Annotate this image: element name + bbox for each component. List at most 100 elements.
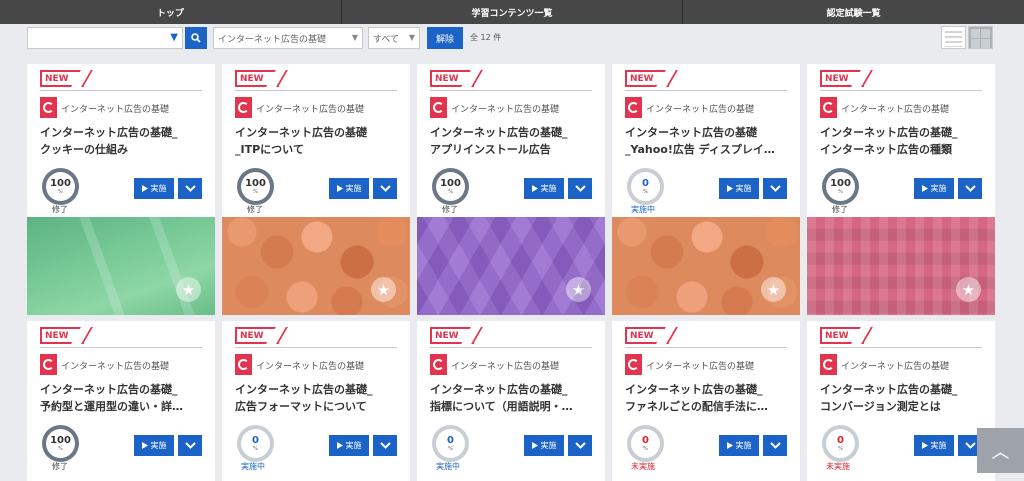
card-title[interactable]: インターネット広告の基礎_ 予約型と運用型の違い・詳… <box>40 381 205 415</box>
card-title[interactable]: インターネット広告の基礎 _Yahoo!広告 ディスプレイ… <box>625 124 790 158</box>
card-title[interactable]: インターネット広告の基礎_ 広告フォーマットについて <box>235 381 400 415</box>
card-title-line1: インターネット広告の基礎_ <box>430 126 568 139</box>
card-thumbnail[interactable]: ★ <box>612 217 800 315</box>
status-select[interactable]: すべて ▼ <box>368 27 420 49</box>
run-button[interactable]: 実施 <box>524 435 564 456</box>
new-badge: NEW <box>625 70 669 87</box>
content-card[interactable]: NEW インターネット広告の基礎 インターネット広告の基礎_ アプリインストール… <box>417 64 605 315</box>
card-menu-button[interactable] <box>568 435 592 456</box>
new-badge: NEW <box>820 327 864 344</box>
new-badge: NEW <box>235 70 279 87</box>
progress-value: 0 <box>642 178 649 189</box>
divider <box>40 90 202 91</box>
progress-value: 100 <box>440 178 461 189</box>
content-card[interactable]: NEW インターネット広告の基礎 インターネット広告の基礎_ 予約型と運用型の違… <box>27 321 215 481</box>
chevron-down-icon <box>769 185 781 192</box>
card-thumbnail[interactable]: ★ <box>807 217 995 315</box>
card-menu-button[interactable] <box>958 178 982 199</box>
card-title[interactable]: インターネット広告の基礎 _ITPについて <box>235 124 400 158</box>
card-title[interactable]: インターネット広告の基礎_ コンバージョン測定とは <box>820 381 985 415</box>
category-icon <box>430 97 447 118</box>
new-badge-label: NEW <box>435 330 459 341</box>
filter-bar: ▼ インターネット広告の基礎 ▼ すべて ▼ 解除 全 12 件 <box>0 27 1024 51</box>
new-badge-label: NEW <box>825 73 849 84</box>
content-card[interactable]: NEW インターネット広告の基礎 インターネット広告の基礎_ インターネット広告… <box>807 64 995 315</box>
category-icon <box>625 354 642 375</box>
nav-item-learning-contents[interactable]: 学習コンテンツ一覧 <box>342 0 684 24</box>
divider <box>625 347 787 348</box>
content-card[interactable]: NEW インターネット広告の基礎 インターネット広告の基礎_ ファネルごとの配信… <box>612 321 800 481</box>
divider <box>235 90 397 91</box>
card-title-line2: 指標について（用語説明・… <box>430 400 573 413</box>
card-title-line2: クッキーの仕組み <box>40 143 128 156</box>
nav-item-top[interactable]: トップ <box>0 0 342 24</box>
status-label: 修了 <box>832 205 848 214</box>
progress-unit: % <box>253 446 258 452</box>
category-label: インターネット広告の基礎 <box>451 105 560 115</box>
content-card[interactable]: NEW インターネット広告の基礎 インターネット広告の基礎_ クッキーの仕組み … <box>27 64 215 315</box>
chevron-down-icon <box>184 185 196 192</box>
card-menu-button[interactable] <box>763 178 787 199</box>
star-icon[interactable]: ★ <box>566 277 591 302</box>
status-label: 修了 <box>52 462 68 471</box>
card-menu-button[interactable] <box>178 435 202 456</box>
card-title[interactable]: インターネット広告の基礎_ 指標について（用語説明・… <box>430 381 595 415</box>
nav-item-certification-exams[interactable]: 認定試験一覧 <box>683 0 1024 24</box>
star-icon[interactable]: ★ <box>956 277 981 302</box>
play-icon <box>531 442 538 449</box>
status-label: 実施中 <box>436 462 460 471</box>
card-title-line2: コンバージョン測定とは <box>820 400 941 413</box>
new-badge: NEW <box>625 327 669 344</box>
card-thumbnail[interactable]: ★ <box>222 217 410 315</box>
card-menu-button[interactable] <box>373 178 397 199</box>
category-label: インターネット広告の基礎 <box>841 362 950 372</box>
card-thumbnail[interactable]: ★ <box>27 217 215 315</box>
run-button[interactable]: 実施 <box>719 435 759 456</box>
content-card[interactable]: NEW インターネット広告の基礎 インターネット広告の基礎_ 広告フォーマットに… <box>222 321 410 481</box>
run-button[interactable]: 実施 <box>719 178 759 199</box>
card-title-line2: アプリインストール広告 <box>430 143 551 156</box>
progress-unit: % <box>643 189 648 195</box>
star-icon[interactable]: ★ <box>176 277 201 302</box>
category-select[interactable]: インターネット広告の基礎 ▼ <box>213 27 363 49</box>
card-menu-button[interactable] <box>373 435 397 456</box>
card-thumbnail[interactable]: ★ <box>417 217 605 315</box>
run-button[interactable]: 実施 <box>914 178 954 199</box>
card-title-line1: インターネット広告の基礎_ <box>430 383 568 396</box>
card-title-line1: インターネット広告の基礎_ <box>820 383 958 396</box>
play-icon <box>336 442 343 449</box>
content-card[interactable]: NEW インターネット広告の基礎 インターネット広告の基礎 _Yahoo!広告 … <box>612 64 800 315</box>
status-label: 未実施 <box>826 462 850 471</box>
result-count: 全 12 件 <box>470 33 502 42</box>
card-title[interactable]: インターネット広告の基礎_ ファネルごとの配信手法に… <box>625 381 790 415</box>
new-badge-label: NEW <box>240 73 264 84</box>
content-card[interactable]: NEW インターネット広告の基礎 インターネット広告の基礎_ コンバージョン測定… <box>807 321 995 481</box>
filter-select-1[interactable]: ▼ <box>27 27 183 49</box>
new-badge: NEW <box>40 327 84 344</box>
content-card[interactable]: NEW インターネット広告の基礎 インターネット広告の基礎_ 指標について（用語… <box>417 321 605 481</box>
scroll-to-top-button[interactable]: ︿ <box>977 428 1024 473</box>
run-button[interactable]: 実施 <box>524 178 564 199</box>
run-button[interactable]: 実施 <box>134 178 174 199</box>
card-title[interactable]: インターネット広告の基礎_ インターネット広告の種類 <box>820 124 985 158</box>
run-button[interactable]: 実施 <box>329 435 369 456</box>
list-view-button[interactable] <box>941 26 966 49</box>
star-icon[interactable]: ★ <box>761 277 786 302</box>
run-button-label: 実施 <box>735 441 752 450</box>
run-button[interactable]: 実施 <box>914 435 954 456</box>
search-button[interactable] <box>185 27 207 49</box>
run-button[interactable]: 実施 <box>329 178 369 199</box>
play-icon <box>726 442 733 449</box>
run-button[interactable]: 実施 <box>134 435 174 456</box>
clear-button[interactable]: 解除 <box>427 27 463 49</box>
grid-view-button[interactable] <box>968 26 993 49</box>
card-menu-button[interactable] <box>178 178 202 199</box>
status-label: 実施中 <box>241 462 265 471</box>
card-menu-button[interactable] <box>763 435 787 456</box>
star-icon[interactable]: ★ <box>371 277 396 302</box>
card-title[interactable]: インターネット広告の基礎_ アプリインストール広告 <box>430 124 595 158</box>
content-card[interactable]: NEW インターネット広告の基礎 インターネット広告の基礎 _ITPについて 1… <box>222 64 410 315</box>
card-menu-button[interactable] <box>568 178 592 199</box>
progress-ring: 100 % <box>42 425 79 462</box>
card-title[interactable]: インターネット広告の基礎_ クッキーの仕組み <box>40 124 205 158</box>
